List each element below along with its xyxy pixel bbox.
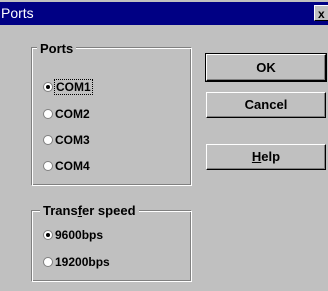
transfer-speed-label-part1: Trans: [43, 203, 78, 218]
radio-com4[interactable]: COM4: [43, 157, 90, 175]
window-title: Ports: [1, 5, 34, 21]
radio-com1[interactable]: COM1: [43, 78, 93, 96]
radio-label-com2: COM2: [55, 107, 90, 121]
radio-button-com2[interactable]: [43, 109, 53, 119]
transfer-speed-label-part2: er speed: [82, 203, 136, 218]
help-button[interactable]: Help: [206, 144, 326, 170]
ok-button-label: OK: [256, 60, 276, 75]
radio-button-com3[interactable]: [43, 135, 53, 145]
radio-label-19200bps: 19200bps: [55, 255, 110, 269]
radio-com2[interactable]: COM2: [43, 105, 90, 123]
cancel-button[interactable]: Cancel: [206, 92, 326, 118]
radio-button-19200bps[interactable]: [43, 257, 53, 267]
transfer-speed-group: [31, 210, 192, 282]
radio-label-com3: COM3: [55, 133, 90, 147]
help-button-mnemonic: H: [251, 149, 262, 164]
cancel-button-label: Cancel: [244, 97, 288, 112]
radio-9600bps[interactable]: 9600bps: [43, 226, 103, 244]
radio-button-com4[interactable]: [43, 161, 53, 171]
close-icon: x: [318, 7, 325, 21]
radio-button-com1[interactable]: [43, 82, 53, 92]
radio-19200bps[interactable]: 19200bps: [43, 253, 110, 271]
radio-com3[interactable]: COM3: [43, 131, 90, 149]
radio-button-9600bps[interactable]: [43, 230, 53, 240]
ok-button[interactable]: OK: [205, 53, 327, 82]
close-button[interactable]: x: [314, 5, 328, 21]
ports-group-label: Ports: [37, 41, 77, 56]
ports-dialog: Ports x Ports COM1 COM2 COM3 COM4 Transf…: [0, 0, 328, 291]
help-button-label: elp: [261, 149, 281, 164]
transfer-speed-group-label: Transfer speed: [40, 203, 139, 218]
radio-label-com1: COM1: [54, 79, 93, 95]
radio-label-9600bps: 9600bps: [55, 228, 104, 242]
radio-label-com4: COM4: [55, 159, 90, 173]
title-bar[interactable]: Ports x: [0, 2, 328, 25]
